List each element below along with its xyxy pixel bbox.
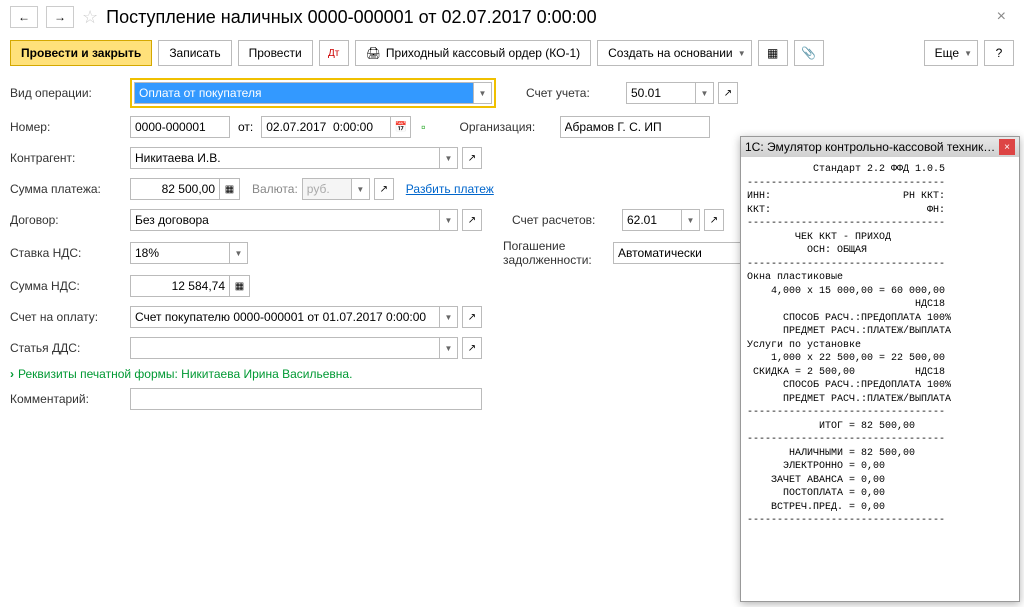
calc-icon[interactable]: ▦ xyxy=(220,178,240,200)
from-label: от: xyxy=(238,120,253,134)
dds-label: Статья ДДС: xyxy=(10,341,130,355)
create-on-basis-button[interactable]: Создать на основании xyxy=(597,40,752,66)
titlebar: ← → ☆ Поступление наличных 0000-000001 о… xyxy=(0,0,1024,34)
receipt-emulator-window: 1С: Эмулятор контрольно-кассовой техники… xyxy=(740,136,1020,602)
org-input[interactable] xyxy=(560,116,710,138)
page-title: Поступление наличных 0000-000001 от 02.0… xyxy=(106,7,597,28)
help-button[interactable]: ? xyxy=(984,40,1014,66)
invoice-open-icon[interactable]: ↗ xyxy=(462,306,482,328)
debt-input[interactable] xyxy=(613,242,753,264)
post-and-close-button[interactable]: Провести и закрыть xyxy=(10,40,152,66)
currency-label: Валюта: xyxy=(252,182,298,196)
close-icon[interactable]: × xyxy=(989,8,1014,26)
receipt-body: Стандарт 2.2 ФФД 1.0.5 -----------------… xyxy=(741,157,1019,601)
invoice-label: Счет на оплату: xyxy=(10,310,130,324)
vat-rate-input[interactable] xyxy=(130,242,230,264)
more-button[interactable]: Еще xyxy=(924,40,978,66)
number-label: Номер: xyxy=(10,120,130,134)
dds-dropdown-icon[interactable]: ▼ xyxy=(440,337,458,359)
account-open-icon[interactable]: ↗ xyxy=(718,82,738,104)
org-label: Организация: xyxy=(460,120,560,134)
nav-back-button[interactable]: ← xyxy=(10,6,38,28)
counterparty-open-icon[interactable]: ↗ xyxy=(462,147,482,169)
printer-icon: 🖨 xyxy=(366,46,381,60)
dds-input[interactable] xyxy=(130,337,440,359)
vat-rate-label: Ставка НДС: xyxy=(10,246,130,260)
nav-forward-button[interactable]: → xyxy=(46,6,74,28)
comment-input[interactable] xyxy=(130,388,482,410)
debt-label: Погашение задолженности: xyxy=(503,239,613,267)
amount-input[interactable] xyxy=(130,178,220,200)
dds-open-icon[interactable]: ↗ xyxy=(462,337,482,359)
contract-label: Договор: xyxy=(10,213,130,227)
vat-sum-input[interactable] xyxy=(130,275,230,297)
vat-sum-label: Сумма НДС: xyxy=(10,279,130,293)
settle-acct-open-icon[interactable]: ↗ xyxy=(704,209,724,231)
amount-label: Сумма платежа: xyxy=(10,182,130,196)
receipt-window-title: 1С: Эмулятор контрольно-кассовой техники… xyxy=(745,140,999,154)
favorite-star-icon[interactable]: ☆ xyxy=(82,7,98,28)
counterparty-input[interactable] xyxy=(130,147,440,169)
report-button[interactable]: ▦ xyxy=(758,40,788,66)
vat-calc-icon[interactable]: ▦ xyxy=(230,275,250,297)
account-dropdown-icon[interactable]: ▼ xyxy=(696,82,714,104)
op-type-field-wrap: ▼ xyxy=(130,78,496,108)
invoice-dropdown-icon[interactable]: ▼ xyxy=(440,306,458,328)
attach-button[interactable]: 📎 xyxy=(794,40,824,66)
receipt-close-icon[interactable]: × xyxy=(999,139,1015,155)
currency-dropdown-icon[interactable]: ▼ xyxy=(352,178,370,200)
split-payment-link[interactable]: Разбить платеж xyxy=(406,182,494,196)
toolbar: Провести и закрыть Записать Провести Дт … xyxy=(0,34,1024,72)
currency-input xyxy=(302,178,352,200)
date-input[interactable] xyxy=(261,116,391,138)
number-input[interactable] xyxy=(130,116,230,138)
contract-input[interactable] xyxy=(130,209,440,231)
counterparty-label: Контрагент: xyxy=(10,151,130,165)
save-button[interactable]: Записать xyxy=(158,40,231,66)
contract-open-icon[interactable]: ↗ xyxy=(462,209,482,231)
calendar-icon[interactable]: 📅 xyxy=(391,116,411,138)
comment-label: Комментарий: xyxy=(10,392,130,406)
op-type-input[interactable] xyxy=(134,82,474,104)
receipt-titlebar[interactable]: 1С: Эмулятор контрольно-кассовой техники… xyxy=(741,137,1019,157)
settle-acct-label: Счет расчетов: xyxy=(512,213,622,227)
currency-open-icon[interactable]: ↗ xyxy=(374,178,394,200)
settle-acct-dropdown-icon[interactable]: ▼ xyxy=(682,209,700,231)
account-label: Счет учета: xyxy=(526,86,626,100)
post-button[interactable]: Провести xyxy=(238,40,313,66)
account-input[interactable] xyxy=(626,82,696,104)
counterparty-dropdown-icon[interactable]: ▼ xyxy=(440,147,458,169)
status-ok-icon: ▫ xyxy=(421,120,425,134)
invoice-input[interactable] xyxy=(130,306,440,328)
op-type-dropdown-icon[interactable]: ▼ xyxy=(474,82,492,104)
dt-kt-button[interactable]: Дт xyxy=(319,40,349,66)
print-button[interactable]: 🖨Приходный кассовый ордер (КО-1) xyxy=(355,40,591,66)
contract-dropdown-icon[interactable]: ▼ xyxy=(440,209,458,231)
settle-acct-input[interactable] xyxy=(622,209,682,231)
vat-rate-dropdown-icon[interactable]: ▼ xyxy=(230,242,248,264)
op-type-label: Вид операции: xyxy=(10,86,130,100)
